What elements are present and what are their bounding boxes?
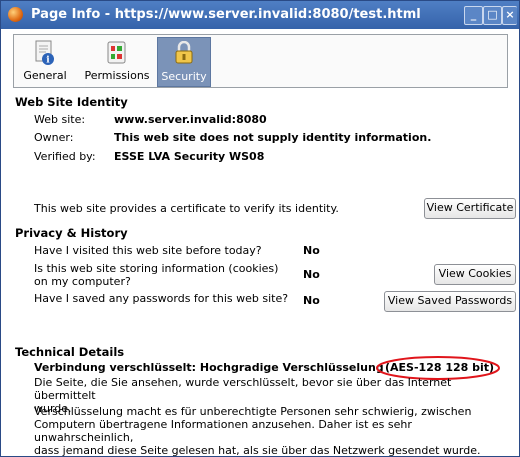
close-button[interactable]: × [502,6,517,25]
tab-security-label: Security [161,70,207,83]
encryption-details-line2: Computern übertragene Informationen anzu… [34,418,412,444]
certificate-text: This web site provides a certificate to … [34,202,339,215]
info-document-icon: i [35,40,54,66]
cookies-question-line2: on my computer? [34,275,131,288]
encryption-details: Verschlüsselung macht es für unberechtig… [34,405,514,457]
view-saved-passwords-button[interactable]: View Saved Passwords [384,291,516,312]
tab-permissions[interactable]: Permissions [80,37,154,85]
encryption-explanation-line1: Die Seite, die Sie ansehen, wurde versch… [34,376,452,402]
tab-security[interactable]: Security [157,37,211,87]
padlock-icon [175,41,193,64]
tab-general[interactable]: i General [16,37,74,85]
owner-label: Owner: [34,131,74,144]
encryption-details-line3: dass jemand diese Seite gelesen hat, als… [34,444,481,457]
website-label: Web site: [34,113,86,126]
identity-section-title: Web Site Identity [15,95,128,109]
encryption-details-line1: Verschlüsselung macht es für unberechtig… [34,405,472,418]
page-info-window: Page Info - https://www.server.invalid:8… [0,0,520,457]
tab-toolbar: i General Permissions Security [13,34,508,88]
window-title: Page Info - https://www.server.invalid:8… [31,7,421,22]
visited-question: Have I visited this web site before toda… [34,244,262,257]
passwords-answer: No [303,294,320,307]
passwords-question: Have I saved any passwords for this web … [34,292,289,305]
permissions-toggle-icon [107,41,126,64]
verified-by-value: ESSE LVA Security WS08 [114,150,265,163]
title-bar[interactable]: Page Info - https://www.server.invalid:8… [1,1,519,29]
tab-general-label: General [23,69,67,82]
technical-section-title: Technical Details [15,345,125,359]
tab-permissions-label: Permissions [84,69,150,82]
cookies-answer: No [303,268,320,281]
encryption-headline: Verbindung verschlüsselt: Hochgradige Ve… [34,361,384,374]
visited-answer: No [303,244,320,257]
cookies-question: Is this web site storing information (co… [34,262,278,288]
cookies-question-line1: Is this web site storing information (co… [34,262,279,275]
minimize-button[interactable]: _ [464,6,483,25]
privacy-section-title: Privacy & History [15,226,128,240]
view-certificate-button[interactable]: View Certificate [424,198,516,219]
view-cookies-button[interactable]: View Cookies [434,264,516,285]
owner-value: This web site does not supply identity i… [114,131,432,144]
svg-text:i: i [46,56,50,66]
maximize-button[interactable]: □ [483,6,502,25]
website-value: www.server.invalid:8080 [114,113,267,126]
verified-by-label: Verified by: [34,150,96,163]
firefox-icon [8,7,23,22]
